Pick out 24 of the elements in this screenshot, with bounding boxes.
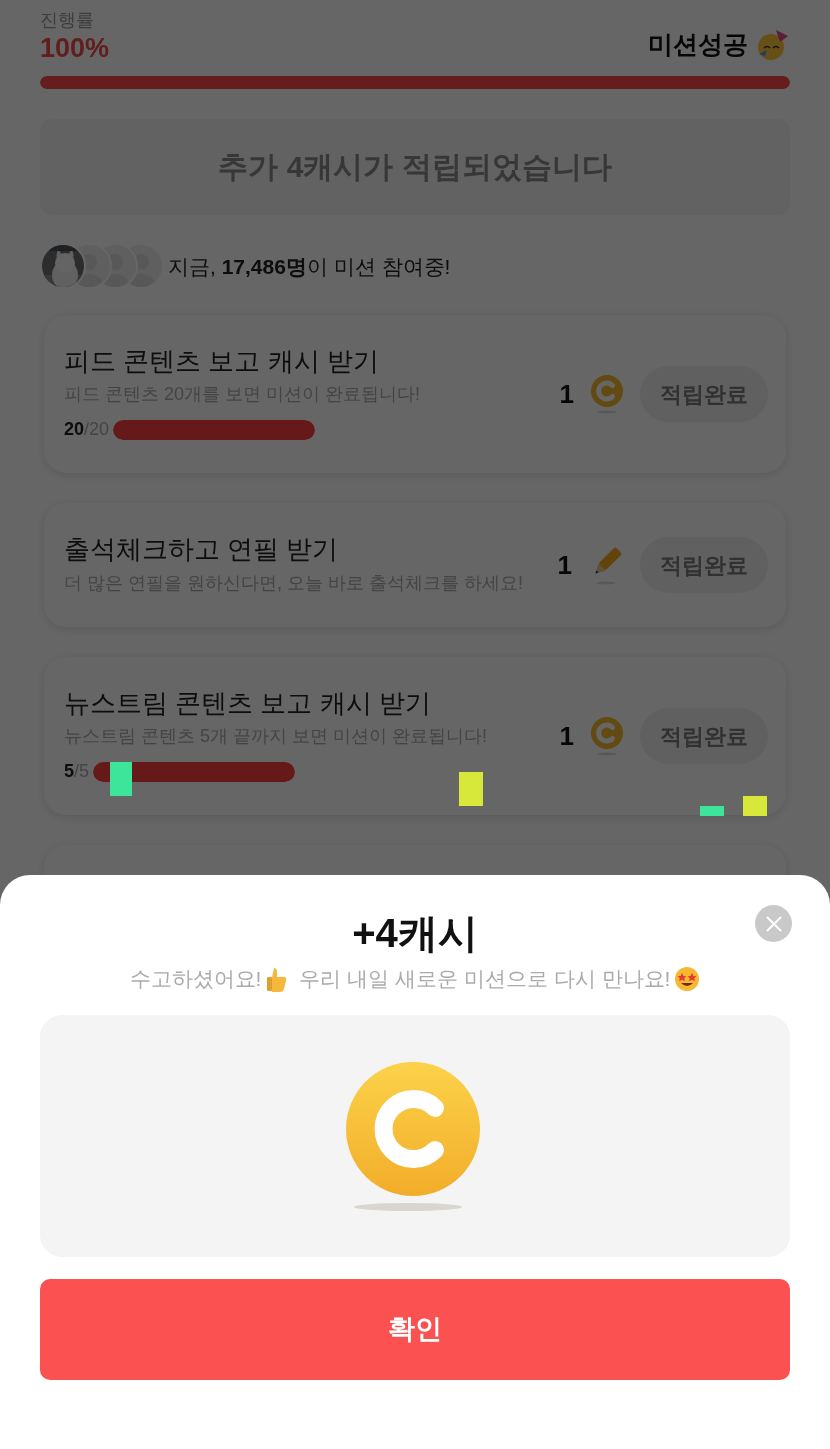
reward-amount: 1 [559,377,574,411]
confetti-piece [459,772,483,806]
heart-eyes-face-icon [674,965,701,992]
sheet-title: +4캐시 [352,911,478,955]
participants-text: 지금, 17,486명이 미션 참여중! [168,254,451,281]
mission-title: 출석체크하고 연필 받기 [64,533,340,566]
close-button[interactable] [755,905,792,942]
sheet-message: 우리 내일 새로운 미션으로 다시 만나요! [299,966,671,992]
progress-percent: 100% [40,31,110,64]
coin-icon [344,1060,481,1211]
mission-title: 피드 콘텐츠 보고 캐시 받기 [64,345,380,378]
coin-icon [590,374,624,415]
mission-status: 미션성공 [648,29,748,61]
coin-icon [590,716,624,757]
reward-amount: 1 [557,548,572,582]
confetti-piece [110,762,132,796]
party-face-icon [756,28,790,63]
close-icon [764,914,783,933]
mission-title: 뉴스트림 콘텐츠 보고 캐시 받기 [64,687,432,720]
reward-amount: 1 [559,719,574,753]
confetti-piece [700,806,724,816]
confetti-piece [743,796,767,816]
confirm-button[interactable]: 확인 [40,1278,790,1380]
sheet-message: 수고하셨어요! [129,966,262,992]
